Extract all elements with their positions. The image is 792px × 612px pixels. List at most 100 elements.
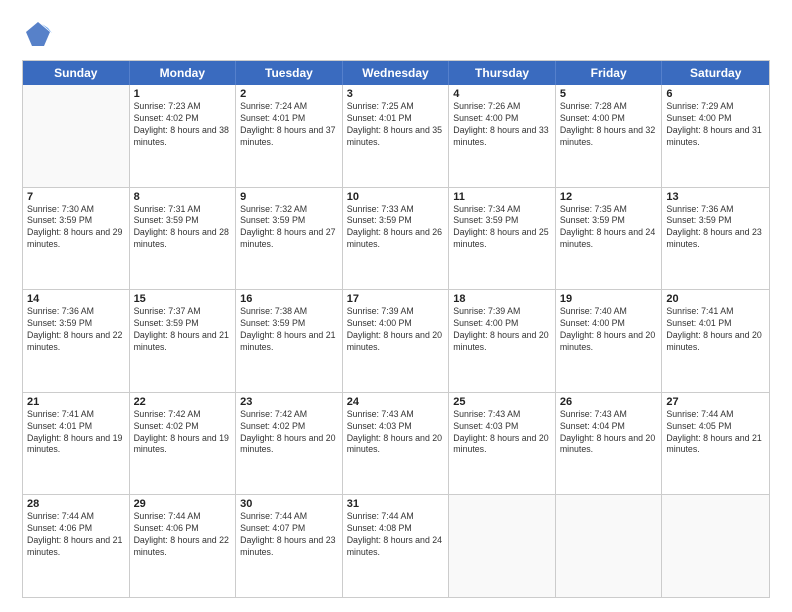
- calendar-cell: [556, 495, 663, 597]
- cell-info: Sunrise: 7:41 AMSunset: 4:01 PMDaylight:…: [27, 409, 125, 457]
- calendar-cell: 1Sunrise: 7:23 AMSunset: 4:02 PMDaylight…: [130, 85, 237, 187]
- cell-info: Sunrise: 7:32 AMSunset: 3:59 PMDaylight:…: [240, 204, 338, 252]
- day-number: 31: [347, 498, 445, 510]
- calendar-cell: 15Sunrise: 7:37 AMSunset: 3:59 PMDayligh…: [130, 290, 237, 392]
- cell-info: Sunrise: 7:30 AMSunset: 3:59 PMDaylight:…: [27, 204, 125, 252]
- calendar-cell: 5Sunrise: 7:28 AMSunset: 4:00 PMDaylight…: [556, 85, 663, 187]
- calendar-cell: 9Sunrise: 7:32 AMSunset: 3:59 PMDaylight…: [236, 188, 343, 290]
- calendar-cell: 14Sunrise: 7:36 AMSunset: 3:59 PMDayligh…: [23, 290, 130, 392]
- day-number: 19: [560, 293, 658, 305]
- calendar-cell: 21Sunrise: 7:41 AMSunset: 4:01 PMDayligh…: [23, 393, 130, 495]
- day-of-week-header: Wednesday: [343, 61, 450, 85]
- cell-info: Sunrise: 7:44 AMSunset: 4:08 PMDaylight:…: [347, 511, 445, 559]
- calendar-cell: 13Sunrise: 7:36 AMSunset: 3:59 PMDayligh…: [662, 188, 769, 290]
- cell-info: Sunrise: 7:36 AMSunset: 3:59 PMDaylight:…: [666, 204, 765, 252]
- day-number: 6: [666, 88, 765, 100]
- calendar-cell: 4Sunrise: 7:26 AMSunset: 4:00 PMDaylight…: [449, 85, 556, 187]
- calendar-cell: 12Sunrise: 7:35 AMSunset: 3:59 PMDayligh…: [556, 188, 663, 290]
- day-number: 17: [347, 293, 445, 305]
- day-number: 29: [134, 498, 232, 510]
- calendar-cell: 27Sunrise: 7:44 AMSunset: 4:05 PMDayligh…: [662, 393, 769, 495]
- day-number: 4: [453, 88, 551, 100]
- calendar-cell: 6Sunrise: 7:29 AMSunset: 4:00 PMDaylight…: [662, 85, 769, 187]
- day-number: 9: [240, 191, 338, 203]
- calendar-header: SundayMondayTuesdayWednesdayThursdayFrid…: [23, 61, 769, 85]
- day-number: 18: [453, 293, 551, 305]
- day-number: 27: [666, 396, 765, 408]
- calendar-week-row: 21Sunrise: 7:41 AMSunset: 4:01 PMDayligh…: [23, 393, 769, 496]
- calendar-week-row: 14Sunrise: 7:36 AMSunset: 3:59 PMDayligh…: [23, 290, 769, 393]
- calendar-cell: 11Sunrise: 7:34 AMSunset: 3:59 PMDayligh…: [449, 188, 556, 290]
- cell-info: Sunrise: 7:26 AMSunset: 4:00 PMDaylight:…: [453, 101, 551, 149]
- cell-info: Sunrise: 7:24 AMSunset: 4:01 PMDaylight:…: [240, 101, 338, 149]
- day-number: 22: [134, 396, 232, 408]
- cell-info: Sunrise: 7:42 AMSunset: 4:02 PMDaylight:…: [134, 409, 232, 457]
- cell-info: Sunrise: 7:38 AMSunset: 3:59 PMDaylight:…: [240, 306, 338, 354]
- cell-info: Sunrise: 7:39 AMSunset: 4:00 PMDaylight:…: [347, 306, 445, 354]
- cell-info: Sunrise: 7:44 AMSunset: 4:07 PMDaylight:…: [240, 511, 338, 559]
- cell-info: Sunrise: 7:44 AMSunset: 4:06 PMDaylight:…: [134, 511, 232, 559]
- calendar-cell: 22Sunrise: 7:42 AMSunset: 4:02 PMDayligh…: [130, 393, 237, 495]
- calendar-cell: 30Sunrise: 7:44 AMSunset: 4:07 PMDayligh…: [236, 495, 343, 597]
- calendar-cell: 16Sunrise: 7:38 AMSunset: 3:59 PMDayligh…: [236, 290, 343, 392]
- day-number: 14: [27, 293, 125, 305]
- day-number: 26: [560, 396, 658, 408]
- cell-info: Sunrise: 7:31 AMSunset: 3:59 PMDaylight:…: [134, 204, 232, 252]
- day-number: 23: [240, 396, 338, 408]
- calendar: SundayMondayTuesdayWednesdayThursdayFrid…: [22, 60, 770, 598]
- cell-info: Sunrise: 7:34 AMSunset: 3:59 PMDaylight:…: [453, 204, 551, 252]
- logo-icon: [22, 18, 54, 50]
- cell-info: Sunrise: 7:43 AMSunset: 4:03 PMDaylight:…: [453, 409, 551, 457]
- day-number: 10: [347, 191, 445, 203]
- cell-info: Sunrise: 7:35 AMSunset: 3:59 PMDaylight:…: [560, 204, 658, 252]
- calendar-week-row: 1Sunrise: 7:23 AMSunset: 4:02 PMDaylight…: [23, 85, 769, 188]
- cell-info: Sunrise: 7:40 AMSunset: 4:00 PMDaylight:…: [560, 306, 658, 354]
- cell-info: Sunrise: 7:44 AMSunset: 4:06 PMDaylight:…: [27, 511, 125, 559]
- cell-info: Sunrise: 7:43 AMSunset: 4:04 PMDaylight:…: [560, 409, 658, 457]
- day-number: 25: [453, 396, 551, 408]
- calendar-cell: 24Sunrise: 7:43 AMSunset: 4:03 PMDayligh…: [343, 393, 450, 495]
- calendar-cell: 23Sunrise: 7:42 AMSunset: 4:02 PMDayligh…: [236, 393, 343, 495]
- calendar-cell: 31Sunrise: 7:44 AMSunset: 4:08 PMDayligh…: [343, 495, 450, 597]
- day-number: 3: [347, 88, 445, 100]
- logo: [22, 18, 58, 50]
- day-number: 11: [453, 191, 551, 203]
- cell-info: Sunrise: 7:28 AMSunset: 4:00 PMDaylight:…: [560, 101, 658, 149]
- calendar-week-row: 7Sunrise: 7:30 AMSunset: 3:59 PMDaylight…: [23, 188, 769, 291]
- cell-info: Sunrise: 7:33 AMSunset: 3:59 PMDaylight:…: [347, 204, 445, 252]
- cell-info: Sunrise: 7:36 AMSunset: 3:59 PMDaylight:…: [27, 306, 125, 354]
- cell-info: Sunrise: 7:39 AMSunset: 4:00 PMDaylight:…: [453, 306, 551, 354]
- cell-info: Sunrise: 7:43 AMSunset: 4:03 PMDaylight:…: [347, 409, 445, 457]
- calendar-cell: [23, 85, 130, 187]
- day-number: 28: [27, 498, 125, 510]
- calendar-cell: 2Sunrise: 7:24 AMSunset: 4:01 PMDaylight…: [236, 85, 343, 187]
- day-number: 16: [240, 293, 338, 305]
- day-number: 7: [27, 191, 125, 203]
- calendar-cell: 3Sunrise: 7:25 AMSunset: 4:01 PMDaylight…: [343, 85, 450, 187]
- day-number: 20: [666, 293, 765, 305]
- day-number: 1: [134, 88, 232, 100]
- day-number: 24: [347, 396, 445, 408]
- day-of-week-header: Tuesday: [236, 61, 343, 85]
- header: [22, 18, 770, 50]
- cell-info: Sunrise: 7:23 AMSunset: 4:02 PMDaylight:…: [134, 101, 232, 149]
- day-of-week-header: Saturday: [662, 61, 769, 85]
- day-number: 15: [134, 293, 232, 305]
- day-number: 8: [134, 191, 232, 203]
- calendar-cell: 25Sunrise: 7:43 AMSunset: 4:03 PMDayligh…: [449, 393, 556, 495]
- calendar-cell: [449, 495, 556, 597]
- calendar-cell: 17Sunrise: 7:39 AMSunset: 4:00 PMDayligh…: [343, 290, 450, 392]
- calendar-cell: 8Sunrise: 7:31 AMSunset: 3:59 PMDaylight…: [130, 188, 237, 290]
- day-number: 12: [560, 191, 658, 203]
- calendar-cell: 20Sunrise: 7:41 AMSunset: 4:01 PMDayligh…: [662, 290, 769, 392]
- cell-info: Sunrise: 7:44 AMSunset: 4:05 PMDaylight:…: [666, 409, 765, 457]
- calendar-week-row: 28Sunrise: 7:44 AMSunset: 4:06 PMDayligh…: [23, 495, 769, 597]
- day-number: 5: [560, 88, 658, 100]
- cell-info: Sunrise: 7:29 AMSunset: 4:00 PMDaylight:…: [666, 101, 765, 149]
- day-number: 30: [240, 498, 338, 510]
- calendar-cell: 19Sunrise: 7:40 AMSunset: 4:00 PMDayligh…: [556, 290, 663, 392]
- day-of-week-header: Thursday: [449, 61, 556, 85]
- day-number: 21: [27, 396, 125, 408]
- cell-info: Sunrise: 7:41 AMSunset: 4:01 PMDaylight:…: [666, 306, 765, 354]
- day-of-week-header: Sunday: [23, 61, 130, 85]
